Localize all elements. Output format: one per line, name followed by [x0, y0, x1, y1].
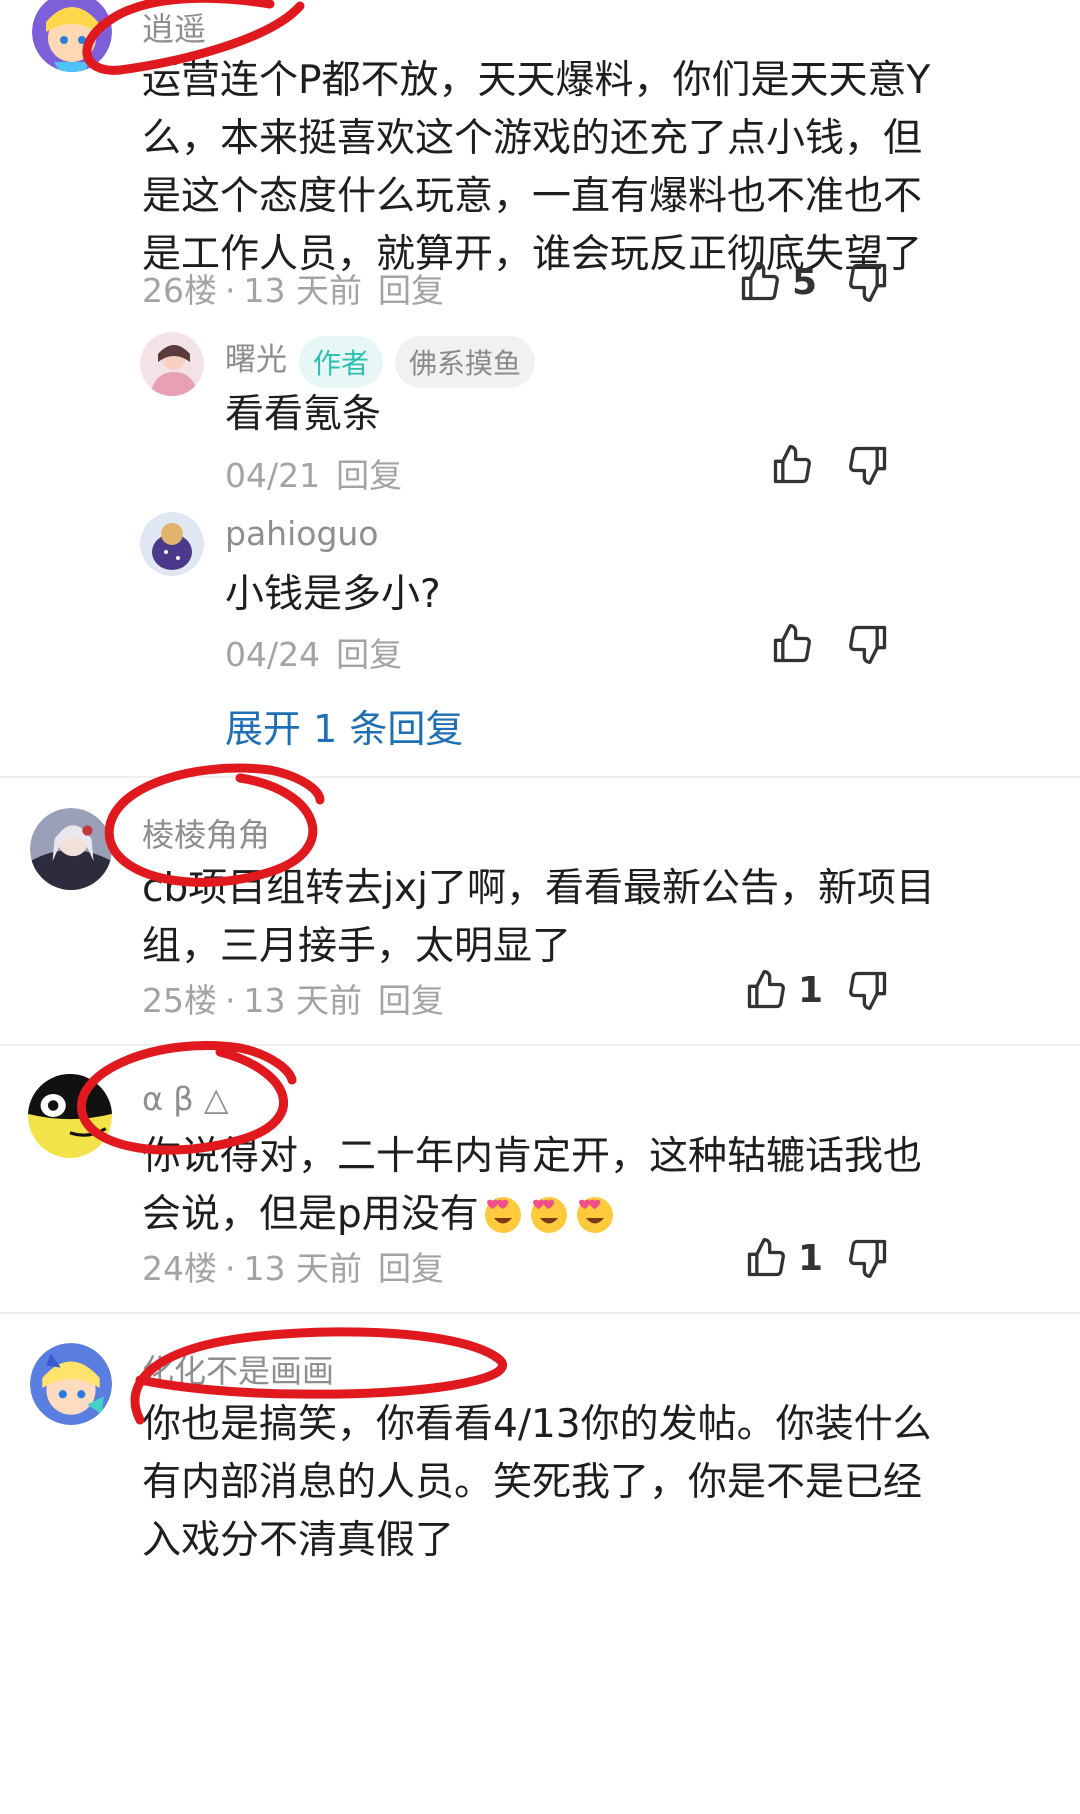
floor-number: 24楼 [142, 1249, 217, 1288]
thumbs-up-icon [741, 262, 779, 301]
user-tag-badge: 佛系摸鱼 [395, 335, 536, 388]
reply-button[interactable]: 回复 [378, 981, 444, 1020]
thumbs-up-icon [773, 445, 811, 484]
dislike-button[interactable] [846, 443, 890, 487]
timestamp: 13 天前 [243, 981, 362, 1020]
like-button[interactable]: 1 [744, 1236, 823, 1280]
like-count: 5 [792, 261, 818, 303]
avatar-image [28, 1074, 112, 1158]
heart-eyes-emoji-icon [484, 1197, 521, 1233]
like-button[interactable]: 1 [744, 968, 823, 1012]
comment-divider [0, 776, 1080, 778]
reply-username[interactable]: 曙光 [225, 342, 287, 378]
comment-divider [0, 1312, 1080, 1314]
like-button[interactable]: 5 [738, 260, 817, 304]
thumbs-down-icon [849, 971, 887, 1010]
comment-line: 有内部消息的人员。笑死我了，你是不是已经 [142, 1460, 923, 1505]
thumbs-up-icon [747, 1238, 785, 1277]
reply-button[interactable]: 回复 [378, 1249, 444, 1288]
avatar[interactable] [32, 0, 112, 72]
separator: · [225, 981, 236, 1020]
comment-line: 你也是搞笑，你看看4/13你的发帖。你装什么 [142, 1402, 932, 1447]
comment-text: 你也是搞笑，你看看4/13你的发帖。你装什么 有内部消息的人员。笑死我了，你是不… [142, 1396, 932, 1570]
reply-username-row: 曙光 作者 佛系摸鱼 [225, 334, 536, 388]
reply-button[interactable]: 回复 [378, 271, 444, 310]
thumbs-up-icon [773, 624, 811, 663]
comment-text: 运营连个P都不放，天天爆料，你们是天天意Y 么，本来挺喜欢这个游戏的还充了点小钱… [142, 52, 930, 284]
reply-meta: 04/21 回复 [225, 449, 402, 497]
comment-meta: 25楼 · 13 天前 回复 [142, 974, 444, 1022]
dislike-button[interactable] [846, 260, 890, 304]
avatar-image [140, 512, 204, 576]
timestamp: 13 天前 [243, 271, 362, 310]
heart-eyes-emoji-icon [576, 1197, 613, 1233]
avatar[interactable] [30, 1343, 112, 1425]
comment-meta: 24楼 · 13 天前 回复 [142, 1242, 444, 1290]
avatar[interactable] [28, 1074, 112, 1158]
separator: · [225, 1249, 236, 1288]
reply-button[interactable]: 回复 [336, 635, 402, 674]
comment-username[interactable]: α β △ [142, 1080, 228, 1118]
like-button[interactable] [770, 443, 814, 487]
comment-text: cb项目组转去jxj了啊，看看最新公告，新项目 组，三月接手，太明显了 [142, 860, 935, 976]
thumbs-down-icon [849, 1239, 887, 1278]
like-count: 1 [798, 969, 824, 1011]
comment-line: 会说，但是p用没有 [142, 1192, 479, 1237]
thumbs-up-icon [747, 970, 785, 1009]
separator: · [225, 271, 236, 310]
avatar-image [32, 0, 112, 72]
reply-text: 小钱是多小? [225, 572, 441, 617]
comment-line: 你说得对，二十年内肯定开，这种轱辘话我也 [142, 1134, 923, 1179]
comment-line: cb项目组转去jxj了啊，看看最新公告，新项目 [142, 866, 935, 911]
reply-avatar[interactable] [140, 332, 204, 396]
floor-number: 26楼 [142, 271, 217, 310]
dislike-button[interactable] [846, 968, 890, 1012]
thumbs-down-icon [849, 263, 887, 302]
thumbs-down-icon [849, 625, 887, 664]
expand-replies-link[interactable]: 展开 1 条回复 [225, 698, 463, 753]
comment-text: 你说得对，二十年内肯定开，这种轱辘话我也 会说，但是p用没有 [142, 1128, 922, 1244]
comment-line: 运营连个P都不放，天天爆料，你们是天天意Y [142, 58, 931, 103]
reply-username[interactable]: pahioguo [225, 514, 379, 553]
reply-text: 看看氪条 [225, 392, 382, 437]
reply-date: 04/21 [225, 456, 321, 495]
reply-avatar[interactable] [140, 512, 204, 576]
comment-line: 么，本来挺喜欢这个游戏的还充了点小钱，但 [142, 116, 923, 161]
avatar[interactable] [30, 808, 112, 890]
comment-username[interactable]: 化化不是画画 [142, 1346, 334, 1392]
comment-meta: 26楼 · 13 天前 回复 [142, 264, 444, 312]
comment-line: 是这个态度什么玩意，一直有爆料也不准也不 [142, 174, 923, 219]
avatar-image [30, 808, 112, 890]
dislike-button[interactable] [846, 1236, 890, 1280]
reply-date: 04/24 [225, 635, 321, 674]
author-badge: 作者 [299, 335, 384, 388]
timestamp: 13 天前 [243, 1249, 362, 1288]
reply-button[interactable]: 回复 [336, 456, 402, 495]
like-button[interactable] [770, 622, 814, 666]
thumbs-down-icon [849, 446, 887, 485]
dislike-button[interactable] [846, 622, 890, 666]
avatar-image [140, 332, 204, 396]
reply-meta: 04/24 回复 [225, 628, 402, 676]
like-count: 1 [798, 1237, 824, 1279]
comment-divider [0, 1044, 1080, 1046]
comment-line: 入戏分不清真假了 [142, 1518, 455, 1563]
comment-username[interactable]: 棱棱角角 [142, 810, 270, 856]
comment-username[interactable]: 逍遥 [142, 4, 206, 50]
avatar-image [30, 1343, 112, 1425]
floor-number: 25楼 [142, 981, 217, 1020]
heart-eyes-emoji-icon [530, 1197, 567, 1233]
